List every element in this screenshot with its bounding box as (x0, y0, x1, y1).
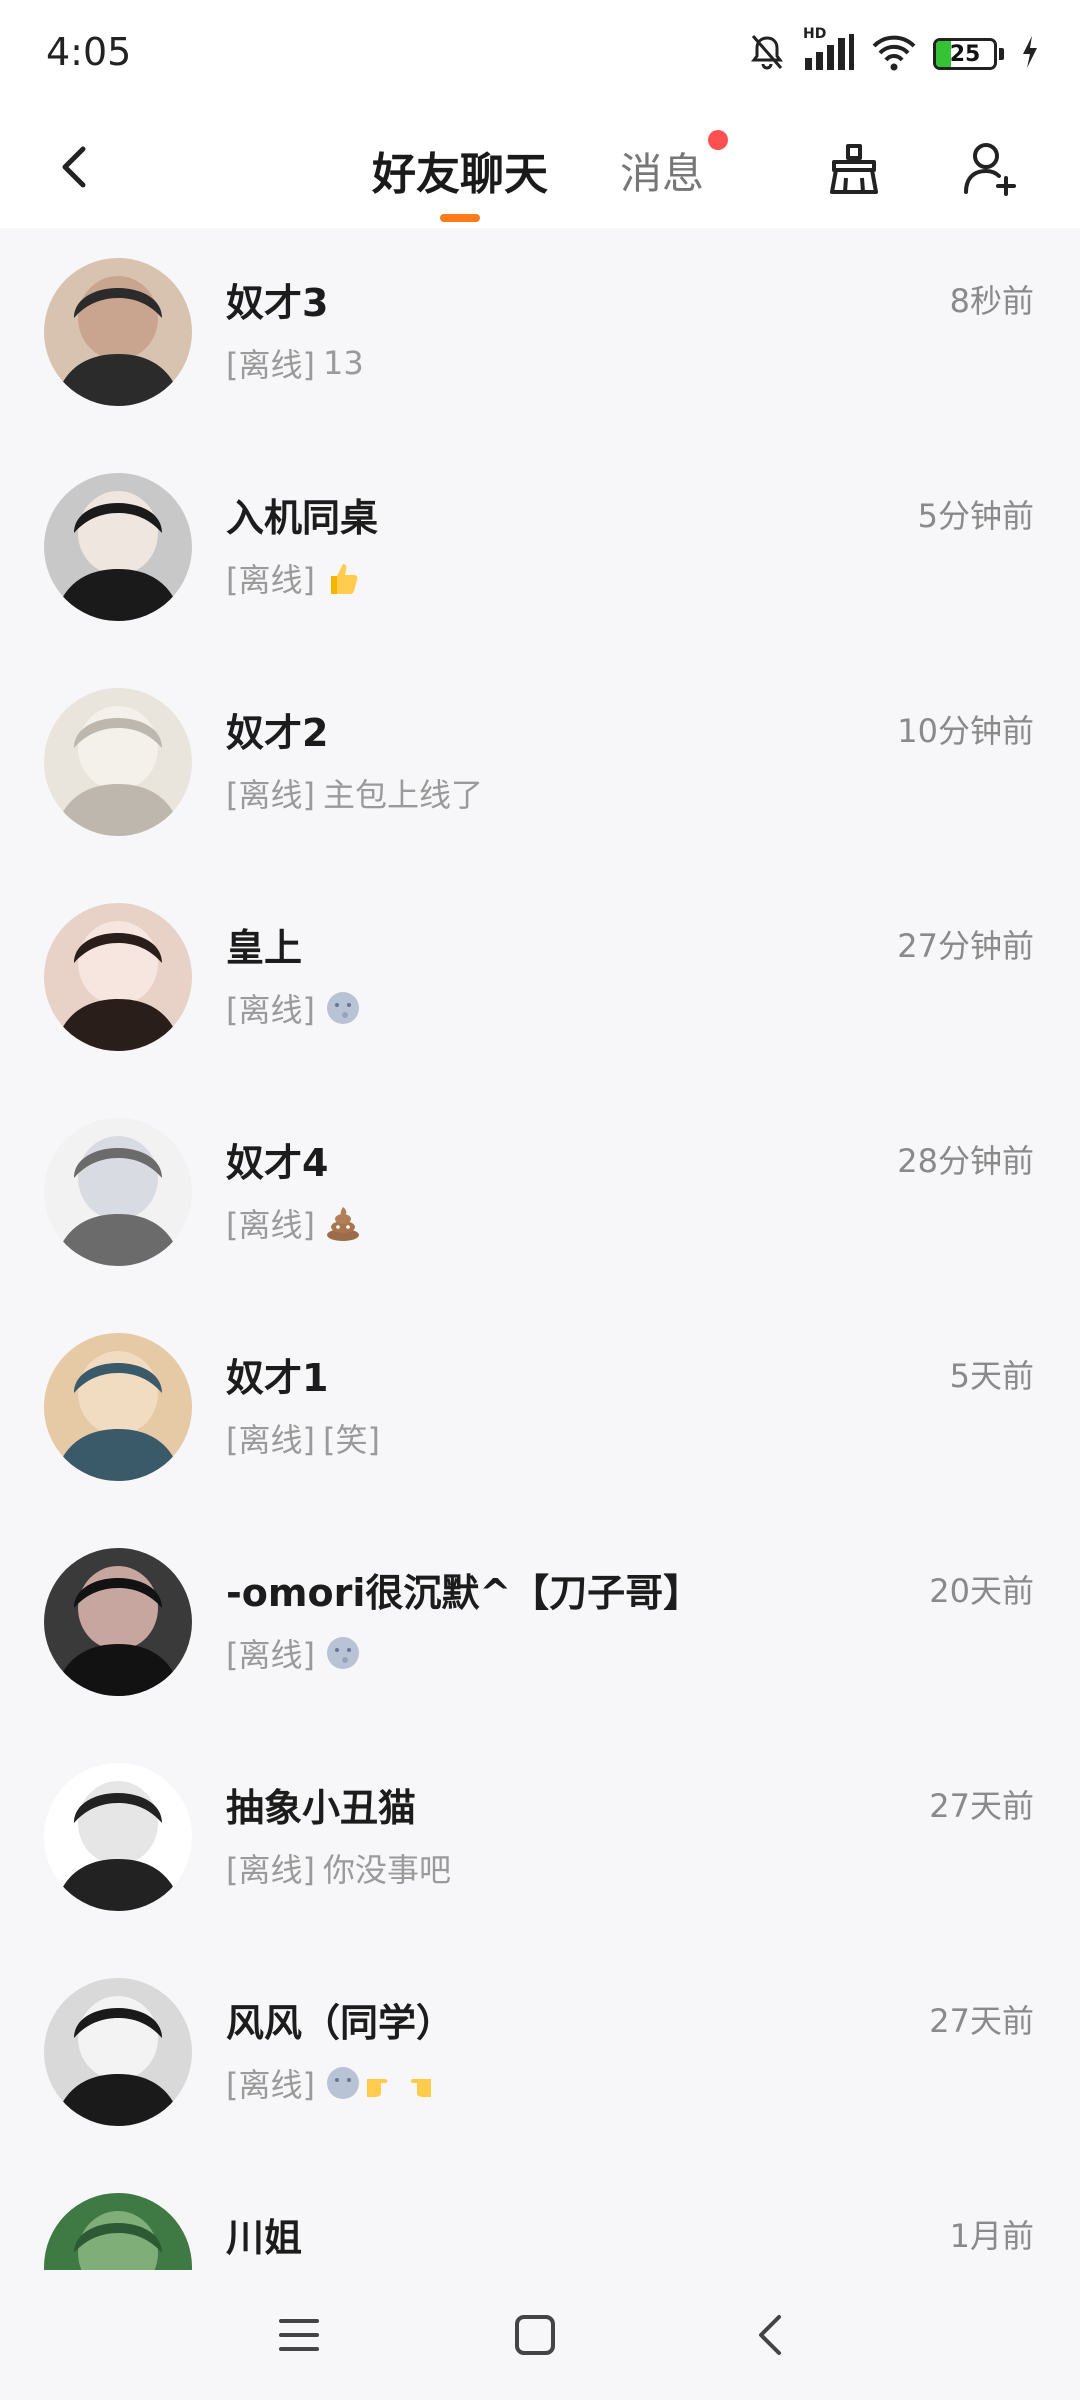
moon-face-icon (323, 1633, 363, 1673)
contact-name: 川姐 (226, 2216, 303, 2260)
avatar[interactable] (44, 688, 192, 836)
last-message-time: 20天前 (929, 1572, 1034, 1610)
message-preview: [离线] (226, 1630, 363, 1676)
online-status: [离线] (226, 1851, 315, 1889)
last-message-time: 1月前 (949, 2217, 1034, 2255)
last-message-text: [笑] (322, 1421, 380, 1459)
last-message-time: 28分钟前 (897, 1142, 1034, 1180)
avatar[interactable] (44, 2193, 192, 2270)
broom-icon (830, 144, 878, 194)
message-preview: [离线] (226, 985, 363, 1031)
tab-friend-chat[interactable]: 好友聊天 (372, 130, 548, 210)
avatar[interactable] (44, 1333, 192, 1481)
message-preview: [离线] 你没事吧 (226, 1845, 451, 1891)
avatar[interactable] (44, 903, 192, 1051)
chat-list-item[interactable]: 入机同桌 5分钟前 [离线] (0, 443, 1080, 658)
contact-name: 奴才1 (226, 1356, 329, 1400)
contact-name: 风风（同学） (226, 2001, 455, 2045)
last-message-text: 13 (322, 344, 364, 382)
thumbs-up-icon (323, 558, 363, 598)
clear-unread-button[interactable] (814, 128, 894, 208)
online-status: [离线] (226, 1636, 315, 1674)
online-status: [离线] (226, 346, 315, 384)
tab-messages[interactable]: 消息 (620, 130, 704, 210)
signal-icon: HD (803, 26, 855, 76)
unread-dot (708, 130, 728, 150)
contact-name: 抽象小丑猫 (226, 1786, 417, 1830)
last-message-time: 27分钟前 (897, 927, 1034, 965)
last-message-time: 27天前 (929, 1787, 1034, 1825)
battery-icon: 25 (933, 38, 1004, 70)
chat-list-item[interactable]: 川姐 1月前 (0, 2163, 1080, 2270)
status-bar: 4:05 HD 25 (0, 0, 1080, 110)
chevron-left-icon (62, 146, 86, 188)
message-preview: [离线] (226, 1200, 363, 1246)
status-time: 4:05 (46, 30, 132, 74)
contact-name: -omori很沉默^【刀子哥】 (226, 1571, 702, 1615)
online-status: [离线] (226, 561, 315, 599)
chat-list-item[interactable]: 奴才1 5天前 [离线] [笑] (0, 1303, 1080, 1518)
contact-name: 奴才2 (226, 711, 329, 755)
add-friend-button[interactable] (950, 128, 1030, 208)
poop-icon (323, 1203, 363, 1243)
online-status: [离线] (226, 776, 315, 814)
chat-list-item[interactable]: 皇上 27分钟前 [离线] (0, 873, 1080, 1088)
moon-face-icon (323, 988, 363, 1028)
chevron-left-icon (759, 2315, 781, 2355)
contact-name: 奴才4 (226, 1141, 329, 1185)
message-preview: [离线] (226, 555, 363, 601)
chat-list-item[interactable]: 奴才3 8秒前 [离线] 13 (0, 228, 1080, 443)
active-tab-indicator (440, 214, 480, 222)
square-icon (515, 2315, 555, 2355)
contact-name: 入机同桌 (226, 496, 379, 540)
chat-list-item[interactable]: 奴才2 10分钟前 [离线] 主包上线了 (0, 658, 1080, 873)
last-message-time: 5天前 (949, 1357, 1034, 1395)
message-preview: [离线] 13 (226, 340, 364, 386)
header: 好友聊天 消息 (0, 110, 1080, 228)
last-message-time: 8秒前 (949, 282, 1034, 320)
online-status: [离线] (226, 1206, 315, 1244)
chat-list[interactable]: 奴才3 8秒前 [离线] 13 入机同桌 5分钟前 [离线] 奴才2 10分钟前 [离线] 主包上线… (0, 228, 1080, 2270)
hd-label: HD (803, 26, 827, 42)
message-preview: [离线] (226, 2060, 443, 2106)
charging-icon (1020, 34, 1040, 74)
last-message-time: 27天前 (929, 2002, 1034, 2040)
bell-muted-icon (747, 32, 787, 76)
online-status: [离线] (226, 2066, 315, 2104)
status-icons: HD 25 (747, 26, 1040, 78)
chat-list-item[interactable]: -omori很沉默^【刀子哥】 20天前 [离线] (0, 1518, 1080, 1733)
menu-icon (279, 2319, 319, 2351)
avatar[interactable] (44, 473, 192, 621)
last-message-text: 主包上线了 (322, 776, 483, 814)
online-status: [离线] (226, 991, 315, 1029)
avatar[interactable] (44, 258, 192, 406)
battery-percent: 25 (949, 41, 981, 67)
contact-name: 皇上 (226, 926, 303, 970)
message-preview: [离线] 主包上线了 (226, 770, 483, 816)
message-preview: [离线] [笑] (226, 1415, 380, 1461)
last-message-time: 5分钟前 (917, 497, 1034, 535)
chat-list-item[interactable]: 风风（同学） 27天前 [离线] (0, 1948, 1080, 2163)
recent-apps-button[interactable] (264, 2300, 334, 2370)
system-nav-bar (0, 2270, 1080, 2400)
home-button[interactable] (500, 2300, 570, 2370)
online-status: [离线] (226, 1421, 315, 1459)
last-message-time: 10分钟前 (897, 712, 1034, 750)
system-back-button[interactable] (736, 2300, 806, 2370)
wifi-icon (871, 32, 917, 76)
avatar[interactable] (44, 1118, 192, 1266)
avatar[interactable] (44, 1978, 192, 2126)
chat-list-item[interactable]: 抽象小丑猫 27天前 [离线] 你没事吧 (0, 1733, 1080, 1948)
back-button[interactable] (40, 132, 110, 202)
chat-list-item[interactable]: 奴才4 28分钟前 [离线] (0, 1088, 1080, 1303)
avatar[interactable] (44, 1548, 192, 1696)
contact-name: 奴才3 (226, 281, 329, 325)
avatar[interactable] (44, 1763, 192, 1911)
add-person-icon (964, 143, 1016, 196)
moon-face-pointing-icon (323, 2063, 443, 2103)
last-message-text: 你没事吧 (322, 1851, 451, 1889)
